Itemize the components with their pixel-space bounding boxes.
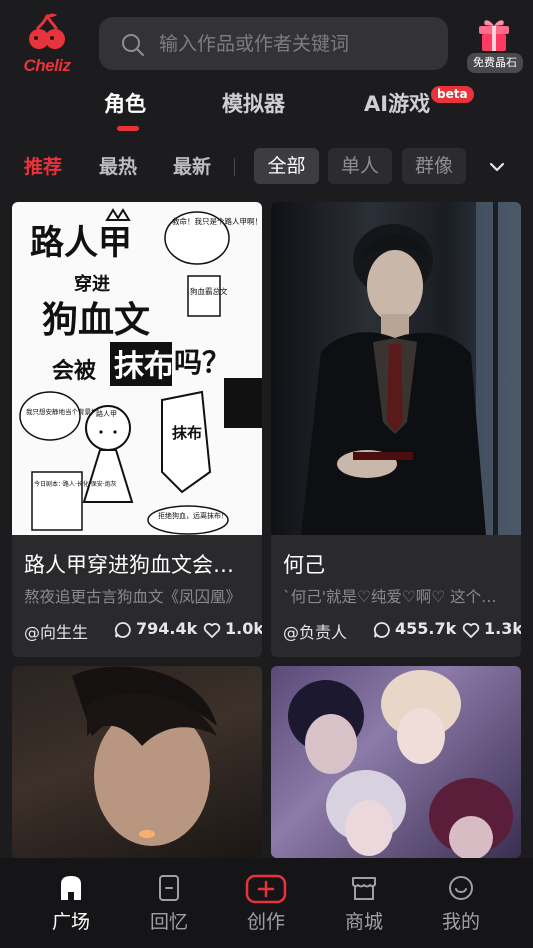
svg-text:抹布: 抹布: [172, 424, 202, 442]
nav-plaza[interactable]: 广场: [41, 874, 101, 936]
card-cover-image: [271, 202, 521, 535]
gift-box-icon: [479, 20, 509, 51]
active-tab-indicator: [117, 126, 139, 131]
tab-character[interactable]: 角色: [104, 88, 146, 118]
filter-hottest[interactable]: 最热: [99, 152, 137, 179]
cherry-icon: [29, 13, 65, 49]
chevron-down-icon[interactable]: [488, 158, 506, 176]
filter-newest[interactable]: 最新: [173, 152, 211, 179]
svg-text:我只想安静地当个背景板: 我只想安静地当个背景板: [26, 407, 98, 416]
svg-text:狗血文: 狗血文: [42, 300, 150, 341]
svg-text:路人甲: 路人甲: [96, 409, 117, 418]
chip-single[interactable]: 单人: [328, 148, 392, 184]
beta-badge: beta: [431, 86, 474, 103]
card-cover-image: [12, 666, 262, 858]
nav-memories[interactable]: 回忆: [139, 874, 199, 936]
group-portrait-illustration: [288, 670, 513, 858]
card-description: `何己'就是♡纯爱♡啊♡ 这个是纯爱: [283, 588, 509, 606]
svg-text:救命！我只是个路人甲啊！: 救命！我只是个路人甲啊！: [172, 216, 262, 226]
svg-text:拒绝狗血，远离抹布！: 拒绝狗血，远离抹布！: [158, 511, 228, 520]
card-cover-image: 路人甲 穿进 狗血文 会被 抹布 吗？ 救命！我只是个路人甲啊！ 狗血霸总文 我…: [12, 202, 262, 535]
svg-text:今日剧本：·路人·长化·保安·炮灰: 今日剧本：·路人·长化·保安·炮灰: [34, 480, 117, 488]
svg-text:会被: 会被: [52, 358, 97, 384]
card-title: 何己: [283, 553, 325, 577]
character-card[interactable]: [12, 666, 262, 858]
author-name[interactable]: @向生生: [24, 619, 90, 643]
chip-group[interactable]: 群像: [402, 148, 466, 184]
smile-icon: [449, 876, 473, 900]
character-card[interactable]: 路人甲 穿进 狗血文 会被 抹布 吗？ 救命！我只是个路人甲啊！ 狗血霸总文 我…: [12, 202, 262, 657]
character-card[interactable]: 何己 `何己'就是♡纯爱♡啊♡ 这个是纯爱 @负责人 455.7k 1.3k: [271, 202, 521, 657]
author-name[interactable]: @负责人: [283, 619, 349, 643]
character-card[interactable]: [271, 666, 521, 858]
tab-simulator[interactable]: 模拟器: [222, 88, 285, 118]
main-tabs: 角色 模拟器 AI游戏 beta: [0, 86, 533, 134]
search-icon: [122, 34, 144, 56]
filter-divider: [234, 158, 235, 176]
nav-store[interactable]: 商城: [334, 874, 394, 936]
nav-profile[interactable]: 我的: [431, 874, 491, 936]
card-title: 路人甲穿进狗血文会被抹布吗？: [24, 553, 250, 577]
nav-create[interactable]: 创作: [236, 874, 296, 936]
card-stats: @向生生 794.4k 1.0k: [24, 619, 262, 643]
portrait-illustration: [301, 202, 521, 535]
svg-text:狗血霸总文: 狗血霸总文: [190, 286, 228, 296]
filter-bar: 推荐 最热 最新 全部 单人 群像: [0, 146, 533, 188]
store-icon: [352, 877, 376, 900]
header: Cheliz 免费晶石: [0, 0, 533, 90]
svg-text:抹布: 抹布: [114, 349, 174, 384]
svg-text:吗？: 吗？: [174, 346, 230, 379]
search-bar[interactable]: [99, 17, 448, 70]
gift-label: 免费晶石: [467, 53, 523, 73]
chip-all[interactable]: 全部: [254, 148, 319, 184]
logo-text: Cheliz: [23, 56, 71, 75]
portrait-illustration: [72, 666, 217, 846]
book-icon: [159, 875, 179, 901]
card-description: 熬夜追更古言狗血文《凤囚凰》: [24, 588, 242, 606]
card-cover-image: [271, 666, 521, 858]
cheliz-logo[interactable]: Cheliz: [18, 12, 76, 76]
filter-recommended[interactable]: 推荐: [24, 152, 62, 179]
search-input[interactable]: [157, 27, 437, 60]
tab-ai-game[interactable]: AI游戏: [364, 88, 430, 118]
create-plus-icon: [245, 874, 287, 904]
svg-text:路人甲: 路人甲: [30, 223, 132, 263]
heart-icon: [462, 623, 480, 638]
svg-text:穿进: 穿进: [74, 273, 110, 295]
home-icon: [61, 876, 81, 900]
comic-illustration: 路人甲 穿进 狗血文 会被 抹布 吗？ 救命！我只是个路人甲啊！ 狗血霸总文 我…: [19, 208, 262, 535]
chat-bubble-icon: [373, 622, 390, 638]
heart-icon: [203, 623, 221, 638]
chat-bubble-icon: [114, 622, 131, 638]
bottom-nav: 广场 回忆 创作 商城 我的: [0, 858, 533, 948]
free-crystal-button[interactable]: 免费晶石: [464, 14, 524, 76]
card-stats: @负责人 455.7k 1.3k: [283, 619, 521, 643]
